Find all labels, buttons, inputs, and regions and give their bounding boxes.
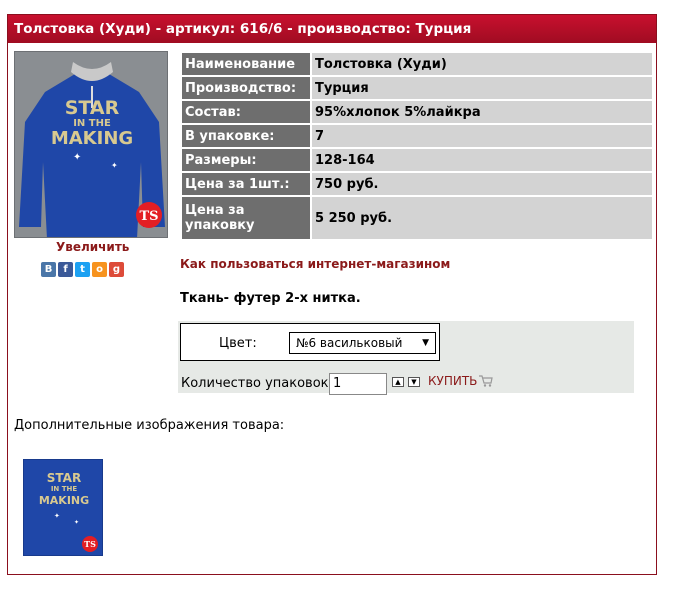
svg-text:✦: ✦ <box>111 161 118 170</box>
facebook-icon[interactable]: f <box>58 262 73 277</box>
property-name: Состав: <box>182 101 310 123</box>
table-row: Состав: 95%хлопок 5%лайкра <box>182 101 652 123</box>
property-name: Производство: <box>182 77 310 99</box>
thumb-print-line-3: MAKING <box>39 494 89 507</box>
social-share-buttons: В f t o g <box>41 262 124 277</box>
hoodie-image: STAR IN THE MAKING ✦ ✦ TS <box>15 52 167 237</box>
color-select[interactable]: №6 васильковый ▼ <box>289 332 436 354</box>
property-value: 750 руб. <box>312 173 652 195</box>
buy-button[interactable]: КУПИТЬ <box>428 374 494 388</box>
color-option-box: Цвет: №6 васильковый ▼ <box>180 323 440 361</box>
buy-label: КУПИТЬ <box>428 374 478 388</box>
fabric-note: Ткань- футер 2-х нитка. <box>180 291 361 306</box>
svg-text:TS: TS <box>139 209 158 224</box>
hoodie-print-line-1: STAR <box>65 97 120 119</box>
property-name: Наименование <box>182 53 310 75</box>
product-title: Толстовка (Худи) - артикул: 616/6 - прои… <box>8 15 656 43</box>
property-value: 7 <box>312 125 652 147</box>
table-row: Размеры: 128-164 <box>182 149 652 171</box>
product-photo[interactable]: STAR IN THE MAKING ✦ ✦ TS <box>14 51 168 238</box>
property-name: Цена за 1шт.: <box>182 173 310 195</box>
color-selected-value: №6 васильковый <box>296 336 403 350</box>
twitter-icon[interactable]: t <box>75 262 90 277</box>
table-row: Наименование Толстовка (Худи) <box>182 53 652 75</box>
hoodie-thumbnail-image: STAR IN THE MAKING ✦ ✦ TS <box>24 460 102 555</box>
property-value: 128-164 <box>312 149 652 171</box>
quantity-input[interactable]: 1 <box>329 373 387 395</box>
svg-text:✦: ✦ <box>54 512 60 520</box>
google-plus-icon[interactable]: g <box>109 262 124 277</box>
table-row: Производство: Турция <box>182 77 652 99</box>
quantity-label: Количество упаковок: <box>181 376 333 391</box>
property-name: В упаковке: <box>182 125 310 147</box>
svg-text:✦: ✦ <box>74 519 79 526</box>
svg-text:✦: ✦ <box>73 152 81 163</box>
thumb-print-line-1: STAR <box>47 471 81 485</box>
enlarge-link[interactable]: Увеличить <box>56 240 129 254</box>
extra-image-thumbnail[interactable]: STAR IN THE MAKING ✦ ✦ TS <box>23 459 103 556</box>
property-value: 95%хлопок 5%лайкра <box>312 101 652 123</box>
table-row: Цена за упаковку 5 250 руб. <box>182 197 652 239</box>
thumb-print-line-2: IN THE <box>51 485 78 493</box>
table-row: В упаковке: 7 <box>182 125 652 147</box>
how-to-use-link[interactable]: Как пользоваться интернет-магазином <box>180 257 450 271</box>
extra-images-label: Дополнительные изображения товара: <box>14 418 285 433</box>
property-name: Размеры: <box>182 149 310 171</box>
svg-text:TS: TS <box>84 539 96 549</box>
table-row: Цена за 1шт.: 750 руб. <box>182 173 652 195</box>
vkontakte-icon[interactable]: В <box>41 262 56 277</box>
property-value: 5 250 руб. <box>312 197 652 239</box>
property-value: Толстовка (Худи) <box>312 53 652 75</box>
hoodie-print-line-3: MAKING <box>51 128 133 149</box>
order-form: Цвет: №6 васильковый ▼ Количество упаков… <box>178 321 634 395</box>
product-properties-table: Наименование Толстовка (Худи) Производст… <box>180 51 654 241</box>
quantity-down-icon[interactable]: ▼ <box>408 377 420 387</box>
property-name: Цена за упаковку <box>182 197 310 239</box>
color-label: Цвет: <box>219 336 257 351</box>
odnoklassniki-icon[interactable]: o <box>92 262 107 277</box>
dropdown-arrow-icon: ▼ <box>422 338 429 348</box>
quantity-up-icon[interactable]: ▲ <box>392 377 404 387</box>
cart-icon <box>479 375 494 387</box>
property-value: Турция <box>312 77 652 99</box>
product-panel: Толстовка (Худи) - артикул: 616/6 - прои… <box>7 14 657 575</box>
